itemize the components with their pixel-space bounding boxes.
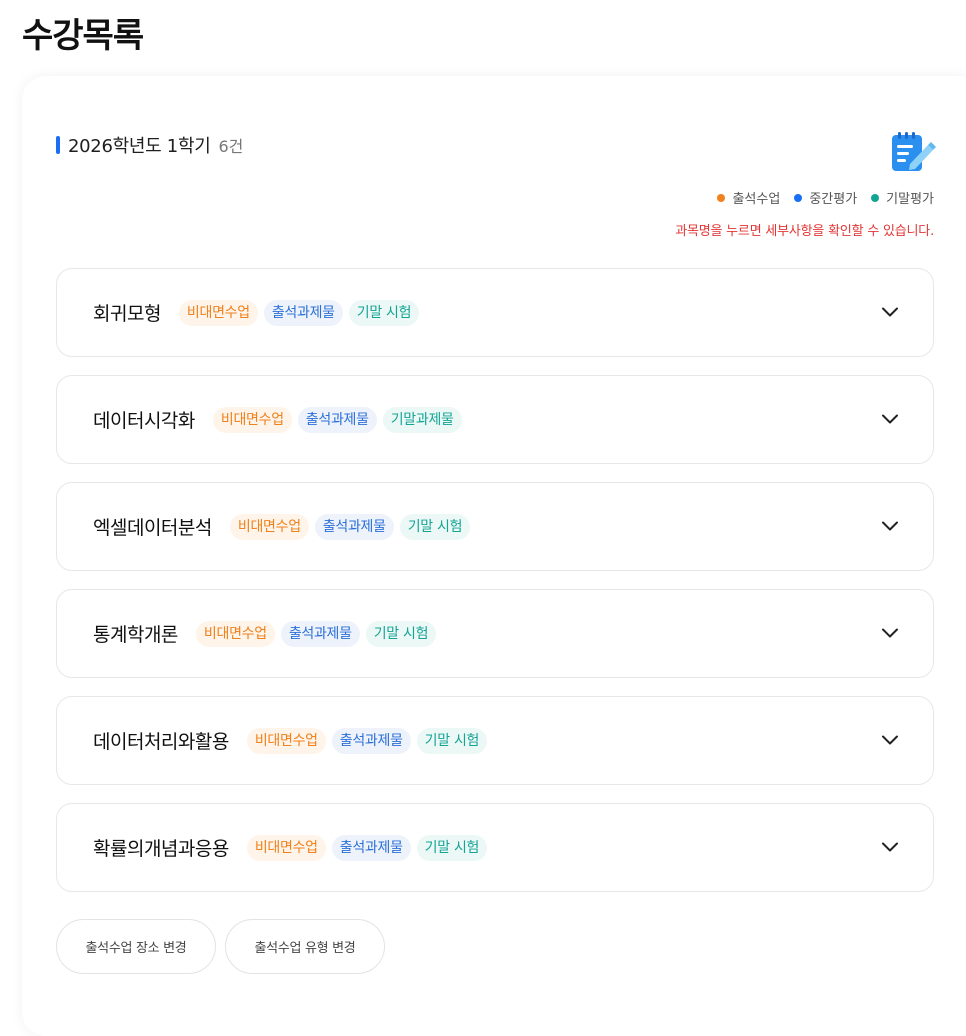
tag-final-eval: 기말과제물 [382,406,462,433]
tag-class-type: 비대면수업 [212,406,292,433]
chevron-down-icon[interactable] [881,731,899,749]
tag-final-eval: 기말 시험 [416,834,488,861]
tag-final-eval: 기말 시험 [348,299,420,326]
legend-item-attendance: 출석수업 [717,188,780,207]
course-item[interactable]: 엑셀데이터분석 비대면수업 출석과제물 기말 시험 [56,482,934,571]
evaluation-legend: 출석수업 중간평가 기말평가 [717,188,934,207]
course-item[interactable]: 확률의개념과응용 비대면수업 출석과제물 기말 시험 [56,803,934,892]
tag-class-type: 비대면수업 [229,513,309,540]
term-accent-bar [56,136,60,154]
tag-attendance-task: 출석과제물 [280,620,360,647]
legend-dot-blue [794,193,803,202]
course-item[interactable]: 통계학개론 비대면수업 출석과제물 기말 시험 [56,589,934,678]
change-attendance-location-button[interactable]: 출석수업 장소 변경 [56,919,216,974]
legend-dot-teal [871,193,880,202]
course-name[interactable]: 회귀모형 [93,299,161,326]
legend-dot-orange [717,193,726,202]
course-name[interactable]: 통계학개론 [93,620,178,647]
legend-label: 출석수업 [732,192,781,207]
tag-final-eval: 기말 시험 [365,620,437,647]
tag-class-type: 비대면수업 [246,727,326,754]
legend-item-final: 기말평가 [871,188,934,207]
course-name[interactable]: 데이터시각화 [93,406,195,433]
course-item[interactable]: 회귀모형 비대면수업 출석과제물 기말 시험 [56,268,934,357]
legend-label: 중간평가 [809,192,858,207]
chevron-down-icon[interactable] [881,624,899,642]
tag-final-eval: 기말 시험 [399,513,471,540]
course-item[interactable]: 데이터시각화 비대면수업 출석과제물 기말과제물 [56,375,934,464]
term-label: 2026학년도 1학기 [68,136,211,157]
legend-item-midterm: 중간평가 [794,188,857,207]
chevron-down-icon[interactable] [881,517,899,535]
course-item[interactable]: 데이터처리와활용 비대면수업 출석과제물 기말 시험 [56,696,934,785]
tag-attendance-task: 출석과제물 [297,406,377,433]
chevron-down-icon[interactable] [881,303,899,321]
tag-attendance-task: 출석과제물 [331,834,411,861]
course-name[interactable]: 엑셀데이터분석 [93,513,212,540]
change-attendance-type-button[interactable]: 출석수업 유형 변경 [225,919,385,974]
course-count: 6건 [218,137,244,156]
detail-notice: 과목명을 누르면 세부사항을 확인할 수 있습니다. [675,224,934,239]
course-name[interactable]: 확률의개념과응용 [93,834,229,861]
tag-class-type: 비대면수업 [195,620,275,647]
chevron-down-icon[interactable] [881,838,899,856]
tag-class-type: 비대면수업 [178,299,258,326]
term-header: 2026학년도 1학기 6건 [56,132,243,158]
legend-label: 기말평가 [886,192,934,207]
tag-final-eval: 기말 시험 [416,727,488,754]
tag-attendance-task: 출석과제물 [314,513,394,540]
course-name[interactable]: 데이터처리와활용 [93,727,229,754]
tag-class-type: 비대면수업 [246,834,326,861]
tag-attendance-task: 출석과제물 [263,299,343,326]
tag-attendance-task: 출석과제물 [331,727,411,754]
chevron-down-icon[interactable] [881,410,899,428]
memo-edit-icon[interactable] [890,131,936,173]
page-title: 수강목록 [22,16,144,56]
